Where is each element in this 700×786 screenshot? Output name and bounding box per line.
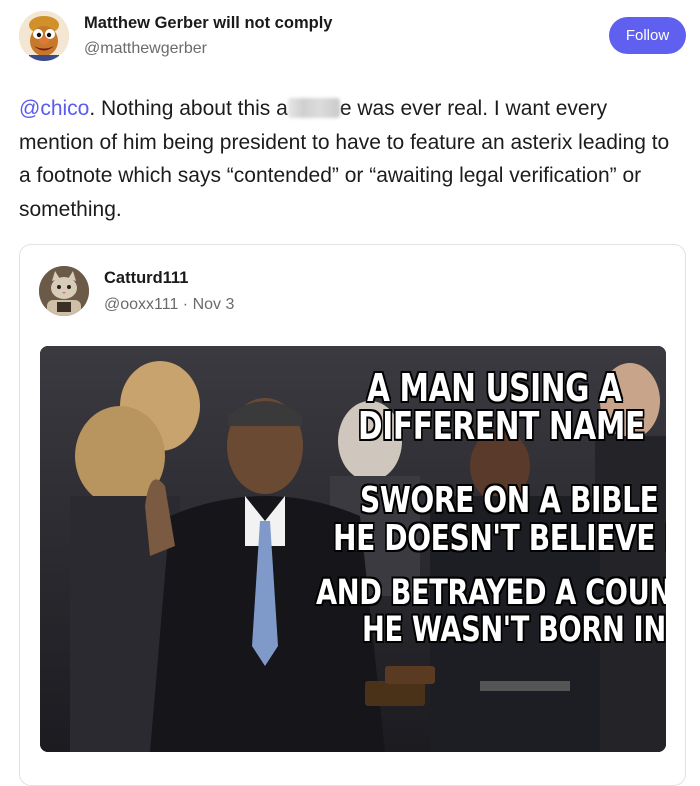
quoted-author-handle-date[interactable]: @ooxx111 · Nov 3	[104, 296, 234, 314]
follow-button[interactable]: Follow	[609, 17, 686, 54]
post-text-part1: . Nothing about this a	[89, 97, 288, 120]
author-handle[interactable]: @matthewgerber	[84, 40, 207, 58]
author-name[interactable]: Matthew Gerber will not comply	[84, 14, 332, 33]
quoted-author-name[interactable]: Catturd111	[104, 269, 188, 288]
meme-caption-line-5: AND BETRAYED A COUNTRY	[316, 573, 666, 613]
quoted-author-avatar[interactable]	[39, 266, 89, 316]
quoted-meme-image[interactable]: A MAN USING A DIFFERENT NAME SWORE ON A …	[40, 346, 666, 752]
muppet-avatar-icon	[19, 11, 69, 61]
mention-link[interactable]: @chico	[19, 97, 89, 120]
redacted-word	[287, 98, 340, 118]
quoted-post[interactable]: Catturd111 @ooxx111 · Nov 3 A MAN USING …	[19, 244, 686, 786]
cat-avatar-icon	[39, 266, 89, 316]
meme-caption-line-2: DIFFERENT NAME	[358, 404, 645, 448]
meme-caption-line-4: HE DOESN'T BELIEVE IN	[333, 518, 666, 559]
meme-caption-line-3: SWORE ON A BIBLE	[360, 480, 659, 521]
meme-caption-line-6: HE WASN'T BORN IN	[362, 610, 666, 650]
author-avatar[interactable]	[19, 11, 69, 61]
post-card: Matthew Gerber will not comply @matthewg…	[0, 0, 700, 786]
post-text: @chico. Nothing about this ae was ever r…	[19, 92, 679, 226]
